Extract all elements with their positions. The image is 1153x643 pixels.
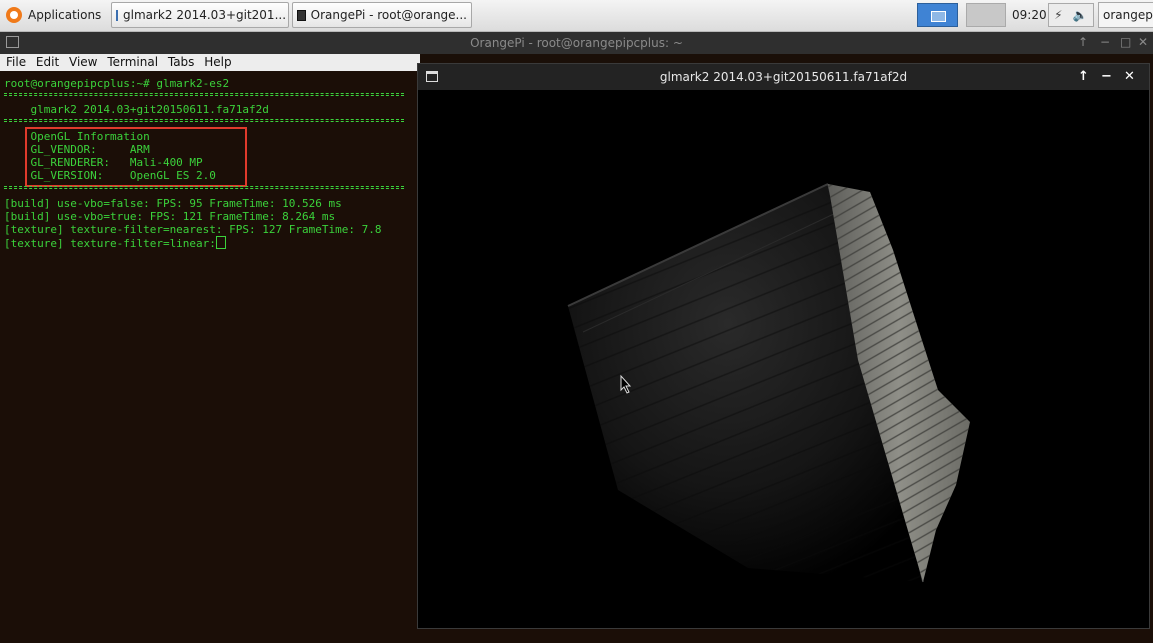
terminal-title-bar[interactable]: OrangePi - root@orangepipcplus: ~ ↑ − □ … <box>0 32 1153 54</box>
applications-icon <box>6 7 22 23</box>
terminal-line-result: [build] use-vbo=false: FPS: 95 FrameTime… <box>4 197 342 210</box>
terminal-icon <box>297 9 306 21</box>
window-icon <box>116 9 118 21</box>
workspace-2-button[interactable] <box>966 3 1006 27</box>
terminal-menubar: File Edit View Terminal Tabs Help <box>0 54 420 71</box>
menu-edit[interactable]: Edit <box>36 54 59 71</box>
system-tray: ⚡ 🔈 <box>1048 3 1094 27</box>
terminal-line-text: [texture] texture-filter=linear: <box>4 237 216 250</box>
terminal-cursor <box>215 236 226 249</box>
glmark2-title: glmark2 2014.03+git20150611.fa71af2d <box>659 70 908 84</box>
menu-view[interactable]: View <box>69 54 97 71</box>
volume-icon[interactable]: 🔈 <box>1073 8 1088 22</box>
terminal-line-result: [build] use-vbo=true: FPS: 121 FrameTime… <box>4 210 336 223</box>
glmark2-title-bar[interactable]: glmark2 2014.03+git20150611.fa71af2d ↑ −… <box>418 64 1149 90</box>
taskbar-item-label: OrangePi - root@orange... <box>310 8 467 22</box>
terminal-line-result: [texture] texture-filter=nearest: FPS: 1… <box>4 223 382 236</box>
separator-line <box>4 119 404 122</box>
taskbar-item-label: glmark2 2014.03+git201... <box>123 8 287 22</box>
separator-line <box>4 186 404 189</box>
terminal-line-banner: glmark2 2014.03+git20150611.fa71af2d <box>4 103 269 116</box>
workspace-1-button[interactable] <box>917 3 958 27</box>
top-panel: Applications glmark2 2014.03+git201... O… <box>0 0 1153 32</box>
applications-label: Applications <box>28 8 102 22</box>
close-icon[interactable]: ✕ <box>1124 69 1135 84</box>
terminal-title: OrangePi - root@orangepipcplus: ~ <box>470 36 683 50</box>
applications-menu-button[interactable]: Applications <box>2 2 107 28</box>
minimize-icon[interactable]: − <box>1100 35 1110 49</box>
menu-tabs[interactable]: Tabs <box>168 54 195 71</box>
network-icon[interactable]: ⚡ <box>1054 8 1062 22</box>
menu-help[interactable]: Help <box>204 54 231 71</box>
close-icon[interactable]: ✕ <box>1138 35 1148 49</box>
glmark2-window[interactable]: glmark2 2014.03+git20150611.fa71af2d ↑ −… <box>417 63 1150 629</box>
maximize-icon[interactable]: □ <box>1120 35 1131 49</box>
highlight-box <box>25 127 247 187</box>
shade-up-icon[interactable]: ↑ <box>1078 35 1088 49</box>
terminal-line-result-current: [texture] texture-filter=linear: <box>4 236 226 250</box>
terminal-line-prompt: root@orangepipcplus:~# glmark2-es2 <box>4 77 230 90</box>
menu-terminal[interactable]: Terminal <box>107 54 158 71</box>
menu-file[interactable]: File <box>6 54 26 71</box>
taskbar-item-glmark2[interactable]: glmark2 2014.03+git201... <box>111 2 289 28</box>
shade-up-icon[interactable]: ↑ <box>1078 69 1089 84</box>
clock[interactable]: 09:20 <box>1012 8 1047 22</box>
minimize-icon[interactable]: − <box>1101 69 1112 84</box>
user-menu-button[interactable]: orangepi <box>1098 2 1153 28</box>
taskbar-item-terminal[interactable]: OrangePi - root@orange... <box>292 2 472 28</box>
render-viewport[interactable] <box>418 90 1149 628</box>
separator-line <box>4 93 404 96</box>
